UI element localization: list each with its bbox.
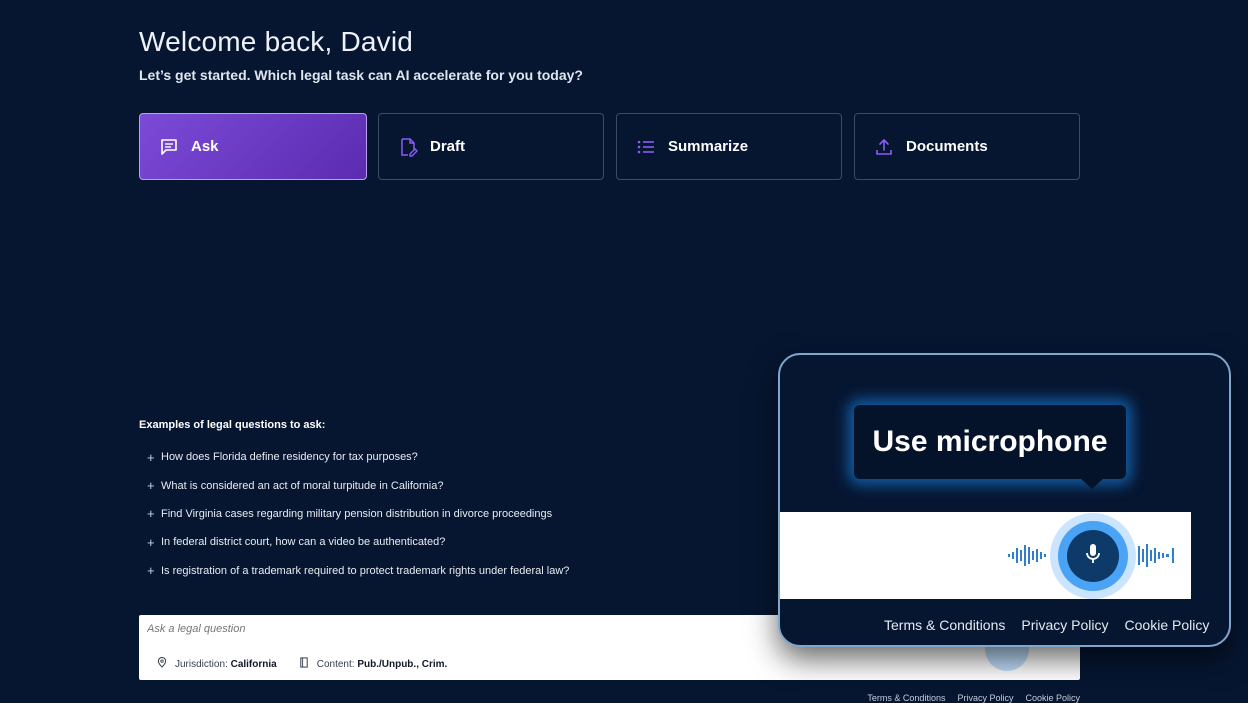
example-question-text: How does Florida define residency for ta… xyxy=(161,451,418,464)
subtitle: Let’s get started. Which legal task can … xyxy=(139,67,583,83)
microphone-icon xyxy=(1083,542,1103,571)
plus-icon: + xyxy=(147,534,155,550)
upload-icon xyxy=(874,137,894,157)
example-question[interactable]: + In federal district court, how can a vi… xyxy=(147,528,569,556)
example-question-text: In federal district court, how can a vid… xyxy=(161,536,446,549)
plus-icon: + xyxy=(147,563,155,579)
greeting: Welcome back, David xyxy=(139,26,414,57)
footer-link-terms[interactable]: Terms & Conditions xyxy=(867,693,945,703)
task-card-label: Ask xyxy=(191,138,219,155)
tooltip-arrow xyxy=(1080,478,1104,489)
examples-title: Examples of legal questions to ask: xyxy=(139,419,326,431)
content-selector[interactable]: Content: Pub./Unpub., Crim. xyxy=(299,657,448,671)
ask-meta: Jurisdiction: California Content: Pub./U… xyxy=(157,656,469,671)
waveform-left-icon xyxy=(1008,545,1046,566)
task-card-label: Summarize xyxy=(668,138,749,155)
ask-input[interactable] xyxy=(147,623,747,635)
jurisdiction-selector[interactable]: Jurisdiction: California xyxy=(157,656,277,671)
task-card-label: Documents xyxy=(906,138,988,155)
example-question-text: What is considered an act of moral turpi… xyxy=(161,479,444,492)
jurisdiction-value: California xyxy=(230,658,277,670)
book-icon xyxy=(299,657,309,671)
example-question-text: Is registration of a trademark required … xyxy=(161,564,570,577)
example-question[interactable]: + How does Florida define residency for t… xyxy=(147,443,569,471)
plus-icon: + xyxy=(147,506,155,522)
list-icon xyxy=(636,137,656,157)
plus-icon: + xyxy=(147,478,155,494)
jurisdiction-label: Jurisdiction: xyxy=(175,658,228,670)
location-pin-icon xyxy=(157,656,167,671)
plus-icon: + xyxy=(147,449,155,465)
footer-link-cookie[interactable]: Cookie Policy xyxy=(1025,693,1080,703)
example-question[interactable]: + What is considered an act of moral turp… xyxy=(147,471,569,499)
chat-icon xyxy=(159,137,179,157)
microphone-button[interactable] xyxy=(1067,530,1119,582)
zoom-footer-links: Terms & Conditions Privacy Policy Cookie… xyxy=(884,617,1209,633)
task-card-summarize[interactable]: Summarize xyxy=(616,113,842,180)
example-question[interactable]: + Is registration of a trademark required… xyxy=(147,557,569,585)
task-card-ask[interactable]: Ask xyxy=(139,113,367,180)
task-card-draft[interactable]: Draft xyxy=(378,113,604,180)
examples-list: + How does Florida define residency for t… xyxy=(147,443,569,585)
mic-strip xyxy=(780,512,1191,599)
task-card-documents[interactable]: Documents xyxy=(854,113,1080,180)
zoom-link-privacy[interactable]: Privacy Policy xyxy=(1021,617,1108,633)
content-label: Content: xyxy=(316,658,355,670)
task-card-label: Draft xyxy=(430,138,466,155)
example-question[interactable]: + Find Virginia cases regarding military … xyxy=(147,500,569,528)
zoom-link-terms[interactable]: Terms & Conditions xyxy=(884,617,1005,633)
waveform-right-icon xyxy=(1138,544,1174,567)
zoom-callout: Use microphone Terms & Conditions Privac… xyxy=(778,353,1231,647)
zoom-link-cookie[interactable]: Cookie Policy xyxy=(1125,617,1210,633)
document-edit-icon xyxy=(398,137,418,157)
footer-links: Terms & Conditions Privacy Policy Cookie… xyxy=(867,693,1080,703)
microphone-tooltip: Use microphone xyxy=(854,405,1126,479)
example-question-text: Find Virginia cases regarding military p… xyxy=(161,507,553,520)
content-value: Pub./Unpub., Crim. xyxy=(357,658,448,670)
footer-link-privacy[interactable]: Privacy Policy xyxy=(957,693,1013,703)
